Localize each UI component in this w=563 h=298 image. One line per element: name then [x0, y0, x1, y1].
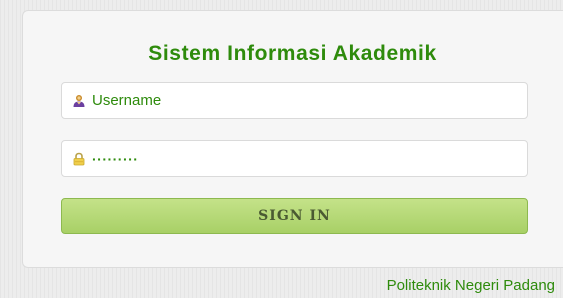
- username-placeholder: Username: [92, 92, 162, 109]
- lock-icon: [72, 152, 86, 166]
- page-title: Sistem Informasi Akademik: [148, 42, 437, 65]
- username-field[interactable]: Username: [61, 82, 528, 119]
- sign-in-label: SIGN IN: [258, 208, 331, 224]
- password-field[interactable]: ·········: [61, 140, 528, 177]
- user-icon: [72, 94, 86, 108]
- sign-in-button[interactable]: SIGN IN: [61, 198, 528, 234]
- institution-footer: Politeknik Negeri Padang: [386, 277, 555, 294]
- password-value: ·········: [92, 150, 139, 167]
